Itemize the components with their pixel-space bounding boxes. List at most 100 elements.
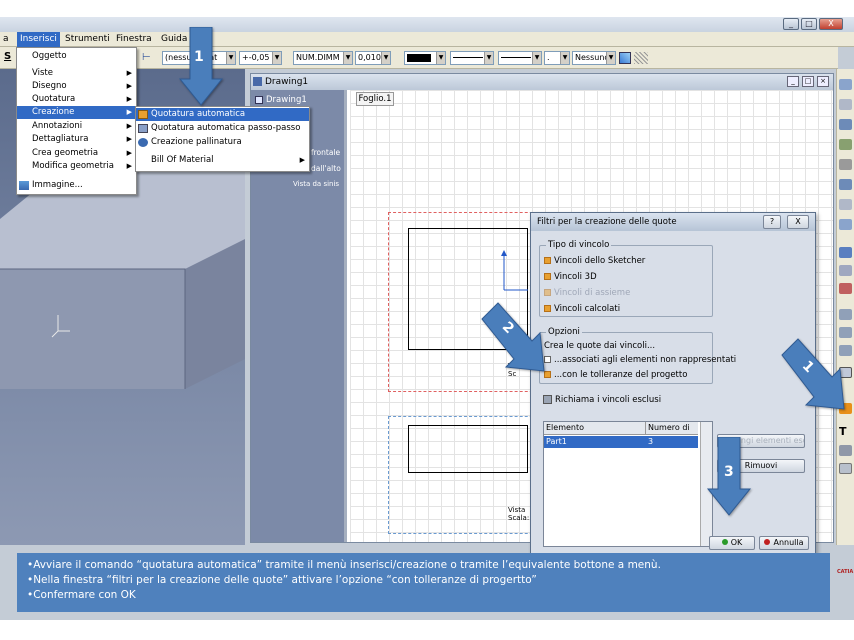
menu-item-creazione[interactable]: Creazione ▶ (17, 106, 136, 119)
menu-inserisci[interactable]: Inserisci (17, 32, 60, 47)
style-s-button[interactable]: S (4, 51, 11, 62)
hatch-icon[interactable] (634, 52, 648, 64)
instruction-caption: •Avviare il comando “quotatura automatic… (17, 553, 830, 612)
balloon-icon (138, 138, 148, 147)
pattern-combo[interactable]: Nessuno ▼ (572, 51, 616, 65)
menu-strumenti[interactable]: Strumenti (62, 32, 113, 47)
menu-item-dettagliatura[interactable]: Dettagliatura ▶ (17, 133, 136, 146)
table-tool-icon[interactable] (839, 463, 852, 474)
precision-combo[interactable]: 0,010(▼ (355, 51, 391, 65)
fill-icon[interactable] (619, 52, 631, 64)
menu-item-bill-of-material[interactable]: Bill Of Material ▶ (136, 154, 309, 167)
menu-item-modifica-geometria[interactable]: Modifica geometria ▶ (17, 160, 136, 173)
rectangle-tool-icon[interactable] (839, 247, 852, 258)
view-tool-icon[interactable] (839, 99, 852, 110)
numeric-dimension-combo[interactable]: NUM.DIMM ▼ (293, 51, 353, 65)
menu-finestra[interactable]: Finestra (113, 32, 155, 47)
image-icon (19, 181, 29, 190)
text-tool-icon[interactable]: T (839, 425, 847, 438)
projection-tool-icon[interactable] (839, 119, 852, 130)
option-3d[interactable]: Vincoli 3D (544, 272, 597, 282)
option-assembly: Vincoli di assieme (544, 288, 630, 298)
sheet-tab-foglio1[interactable]: Foglio.1 (356, 92, 394, 106)
submenu-arrow-icon: ▶ (126, 122, 132, 130)
submenu-arrow-icon: ▶ (126, 108, 132, 116)
cancel-button[interactable]: Annulla (759, 536, 809, 550)
dialog-title: Filtri per la creazione delle quote (537, 217, 677, 227)
step-3-label: 3 (724, 464, 734, 480)
drawing-window-titlebar: Drawing1 _ □ × (251, 74, 833, 90)
menu-item-crea-geometria[interactable]: Crea geometria ▶ (17, 147, 136, 160)
submenu-arrow-icon: ▶ (299, 156, 305, 164)
symbol-tool-icon[interactable] (839, 445, 852, 456)
tree-view-top[interactable]: dall'alto (311, 164, 341, 173)
menu-item-disegno[interactable]: Disegno ▶ (17, 80, 136, 93)
color-combo[interactable]: ▼ (404, 51, 446, 65)
constraint-type-title: Tipo di vincolo (546, 240, 612, 250)
submenu-arrow-icon: ▶ (126, 135, 132, 143)
drawing-close-button[interactable]: × (817, 76, 829, 87)
ok-button[interactable]: OK (709, 536, 755, 550)
menu-item-annotazioni[interactable]: Annotazioni ▶ (17, 120, 136, 133)
column-header-numero[interactable]: Numero di ... (646, 422, 698, 444)
checkbox-disabled-icon (544, 289, 551, 296)
detail-tool-icon[interactable] (839, 159, 852, 170)
drawing-maximize-button[interactable]: □ (802, 76, 814, 87)
break-tool-icon[interactable] (839, 199, 852, 210)
options-group: Opzioni Crea le quote dai vincoli... ...… (539, 327, 736, 384)
excluded-elements-table[interactable]: Elemento Numero di ... Part1 3 (543, 421, 713, 547)
catia-application: _ □ X a Inserisci Strumenti Finestra Gui… (0, 17, 854, 620)
help-button[interactable]: ? (763, 215, 781, 229)
clip-tool-icon[interactable] (839, 179, 852, 190)
drawing-icon (253, 77, 262, 86)
step-dimension-icon (138, 124, 148, 133)
top-view-label: Vista Scala: (508, 506, 530, 522)
lineweight-combo[interactable]: ▼ (498, 51, 542, 65)
wizard-tool-icon[interactable] (839, 219, 852, 230)
tree-view-left[interactable]: Vista da sinis (293, 180, 339, 188)
caption-line-1: •Avviare il comando “quotatura automatic… (27, 559, 661, 571)
select-tool-icon[interactable] (839, 79, 852, 90)
menu-item-quotatura-passo-passo[interactable]: Quotatura automatica passo-passo (136, 122, 309, 135)
tree-view-front[interactable]: frontale (311, 148, 340, 157)
recall-excluded-constraints[interactable]: Richiama i vincoli esclusi (543, 395, 661, 405)
close-window-button[interactable]: X (819, 18, 843, 30)
column-header-elemento[interactable]: Elemento (544, 422, 646, 435)
point-style-combo[interactable]: . ▼ (544, 51, 570, 65)
circle-tool-icon[interactable] (839, 265, 852, 276)
dimension-filters-dialog: Filtri per la creazione delle quote ? X … (530, 212, 816, 555)
drawing-node-icon (255, 95, 263, 104)
table-row[interactable]: Part1 3 (544, 436, 698, 448)
annotation-arrow-2 (481, 302, 545, 372)
maximize-button[interactable]: □ (801, 18, 817, 30)
minimize-button[interactable]: _ (783, 18, 799, 30)
menu-item-quotatura[interactable]: Quotatura ▶ (17, 93, 136, 106)
option-project-tolerances[interactable]: ...con le tolleranze del progetto (544, 370, 687, 380)
submenu-arrow-icon: ▶ (126, 95, 132, 103)
menu-item-quotatura-automatica[interactable]: Quotatura automatica (136, 108, 309, 121)
menu-item-viste[interactable]: Viste ▶ (17, 67, 136, 80)
drawing-minimize-button[interactable]: _ (787, 76, 799, 87)
title-bar: _ □ X (0, 17, 854, 32)
tree-root-drawing[interactable]: Drawing1 (255, 95, 307, 105)
top-view-geometry (408, 425, 528, 473)
menu-item-creazione-pallinatura[interactable]: Creazione pallinatura (136, 136, 309, 149)
annotation-arrow-1-top (178, 27, 224, 106)
option-calculated[interactable]: Vincoli calcolati (544, 304, 620, 314)
option-associated[interactable]: ...associati agli elementi non rappresen… (544, 355, 736, 365)
tolerance-combo[interactable]: +-0,05 ▼ (239, 51, 282, 65)
option-sketcher[interactable]: Vincoli dello Sketcher (544, 256, 645, 266)
dimension-tool-icon[interactable]: ⊢ (142, 52, 156, 64)
section-tool-icon[interactable] (839, 139, 852, 150)
drawing-window-title: Drawing1 (265, 77, 309, 87)
dimension-tool-right-icon[interactable] (839, 283, 852, 294)
menu-item-oggetto[interactable]: Oggetto (17, 50, 136, 63)
menu-file-fragment[interactable]: a (0, 32, 12, 47)
linetype-combo[interactable]: ▼ (450, 51, 494, 65)
dialog-close-button[interactable]: X (787, 215, 809, 229)
step-1-top-label: 1 (194, 49, 204, 65)
constraint-type-group: Tipo di vincolo Vincoli dello Sketcher V… (539, 240, 713, 317)
auto-dimension-icon (138, 110, 148, 119)
menu-item-immagine[interactable]: Immagine... (17, 179, 136, 192)
cotation-tool-icon[interactable] (839, 309, 852, 320)
